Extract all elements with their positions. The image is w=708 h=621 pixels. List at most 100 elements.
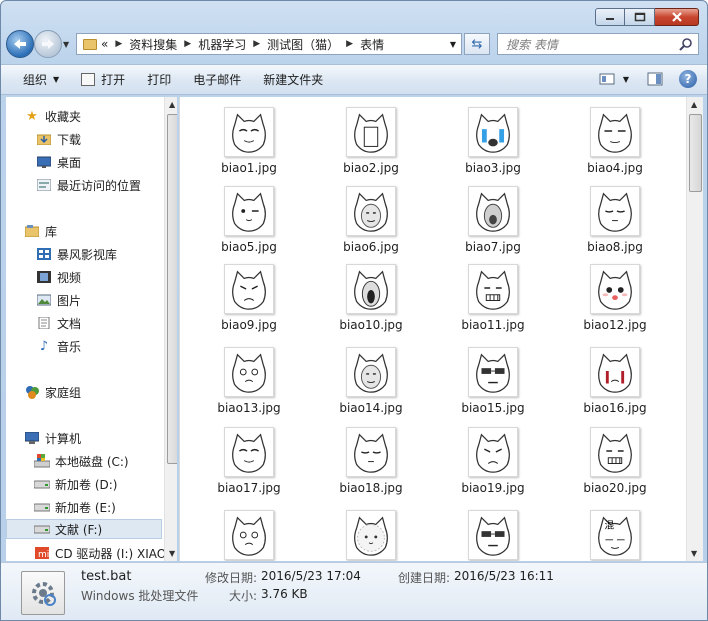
file-item[interactable]: biao4.jpg — [556, 99, 674, 175]
recent-pages-dropdown[interactable]: ▼ — [63, 40, 69, 49]
file-item[interactable]: biao3.jpg — [434, 99, 552, 175]
search-icon[interactable] — [679, 37, 693, 51]
refresh-button[interactable]: ⇆ — [464, 33, 490, 55]
arrow-left-icon — [14, 39, 26, 49]
file-item[interactable]: biao18.jpg — [312, 419, 430, 495]
search-input[interactable]: 搜索 表情 — [497, 33, 699, 55]
file-type: Windows 批处理文件 — [81, 589, 199, 603]
nav-drive-e[interactable]: 新加卷 (E:) — [34, 497, 116, 517]
new-folder-button[interactable]: 新建文件夹 — [263, 69, 323, 91]
scrollbar-thumb[interactable] — [689, 114, 702, 192]
view-options-icon[interactable] — [599, 72, 615, 86]
breadcrumb-separator-icon[interactable]: ▶ — [346, 39, 353, 49]
navigation-scrollbar[interactable]: ▲ ▼ — [164, 97, 177, 561]
file-item[interactable]: biao2.jpg — [312, 99, 430, 175]
file-item[interactable]: biao20.jpg — [556, 419, 674, 495]
size-label: 大小: — [229, 589, 258, 603]
breadcrumb-item[interactable]: 机器学习 — [198, 36, 246, 53]
breadcrumb-item[interactable]: 测试图（猫） — [267, 36, 339, 53]
address-dropdown-icon[interactable]: ▼ — [450, 40, 456, 49]
image-thumbnail — [468, 510, 518, 560]
nav-documents[interactable]: 文档 — [36, 313, 81, 333]
minimize-icon — [606, 18, 614, 20]
nav-label: 家庭组 — [45, 385, 82, 400]
nav-videos[interactable]: 视频 — [36, 267, 81, 287]
forward-button[interactable] — [34, 30, 62, 58]
nav-drive-d[interactable]: 新加卷 (D:) — [34, 474, 117, 494]
breadcrumb-item[interactable]: 资料搜集 — [129, 36, 177, 53]
preview-pane-icon[interactable] — [647, 72, 663, 86]
cat-face-icon — [476, 270, 510, 310]
nav-recent-places[interactable]: 最近访问的位置 — [36, 175, 141, 195]
file-item[interactable]: biao9.jpg — [190, 256, 308, 332]
file-name-label: biao6.jpg — [343, 240, 399, 254]
address-bar[interactable]: « ▶ 资料搜集 ▶ 机器学习 ▶ 测试图（猫） ▶ 表情 ▼ — [76, 33, 462, 55]
breadcrumb-overflow[interactable]: « — [101, 37, 108, 51]
breadcrumb-item[interactable]: 表情 — [360, 36, 384, 53]
file-item[interactable]: biao10.jpg — [312, 256, 430, 332]
breadcrumb-separator-icon[interactable]: ▶ — [253, 39, 260, 49]
file-item[interactable]: biao1.jpg — [190, 99, 308, 175]
cat-face-icon: 混 — [598, 516, 632, 556]
file-item[interactable] — [190, 502, 308, 561]
file-item[interactable]: biao7.jpg — [434, 178, 552, 254]
folder-icon — [83, 38, 97, 50]
file-item[interactable]: biao19.jpg — [434, 419, 552, 495]
nav-homegroup[interactable]: 家庭组 — [24, 382, 81, 402]
maximize-button[interactable] — [625, 8, 655, 26]
file-item[interactable]: biao8.jpg — [556, 178, 674, 254]
drive-icon — [34, 522, 50, 536]
file-item[interactable]: biao11.jpg — [434, 256, 552, 332]
nav-drive-f[interactable]: 文献 (F:) — [6, 519, 162, 539]
image-thumbnail — [468, 264, 518, 314]
file-item[interactable]: biao12.jpg — [556, 256, 674, 332]
nav-music[interactable]: ♪ 音乐 — [36, 336, 81, 356]
refresh-icon: ⇆ — [471, 36, 483, 52]
file-item[interactable]: biao17.jpg — [190, 419, 308, 495]
breadcrumb-separator-icon[interactable]: ▶ — [184, 39, 191, 49]
cat-face-icon — [354, 113, 388, 153]
print-button[interactable]: 打印 — [147, 69, 171, 91]
breadcrumb-separator-icon[interactable]: ▶ — [115, 39, 122, 49]
scroll-up-icon[interactable]: ▲ — [169, 100, 175, 109]
scrollbar-thumb[interactable] — [167, 114, 177, 464]
videos-icon — [36, 270, 52, 284]
explorer-window: ▼ « ▶ 资料搜集 ▶ 机器学习 ▶ 测试图（猫） ▶ 表情 ▼ ⇆ 搜索 表… — [0, 0, 708, 621]
back-button[interactable] — [6, 30, 34, 58]
file-item[interactable]: biao16.jpg — [556, 339, 674, 415]
help-icon[interactable]: ? — [679, 70, 697, 88]
file-item[interactable] — [312, 502, 430, 561]
file-item[interactable]: biao14.jpg — [312, 339, 430, 415]
minimize-button[interactable] — [595, 8, 625, 26]
nav-label: CD 驱动器 (I:) XIAO — [55, 546, 167, 561]
scroll-up-icon[interactable]: ▲ — [691, 100, 697, 109]
scroll-down-icon[interactable]: ▼ — [691, 549, 697, 558]
nav-libraries[interactable]: 库 — [24, 221, 57, 241]
nav-downloads[interactable]: 下载 — [36, 129, 81, 149]
open-button[interactable]: 打开 — [81, 69, 125, 91]
nav-computer[interactable]: 计算机 — [24, 428, 81, 448]
nav-drive-i[interactable]: mi CD 驱动器 (I:) XIAO — [34, 543, 166, 561]
scroll-down-icon[interactable]: ▼ — [169, 549, 175, 558]
file-item[interactable] — [434, 502, 552, 561]
file-item[interactable]: biao15.jpg — [434, 339, 552, 415]
nav-pictures[interactable]: 图片 — [36, 290, 81, 310]
file-name-label: biao4.jpg — [587, 161, 643, 175]
file-item[interactable]: biao13.jpg — [190, 339, 308, 415]
file-name-label: biao9.jpg — [221, 318, 277, 332]
nav-favorites[interactable]: ★ 收藏夹 — [24, 106, 81, 126]
file-name-label: biao3.jpg — [465, 161, 521, 175]
file-item[interactable]: 混 — [556, 502, 674, 561]
email-button[interactable]: 电子邮件 — [193, 69, 241, 91]
file-list-scrollbar[interactable]: ▲ ▼ — [686, 97, 703, 561]
nav-desktop[interactable]: 桌面 — [36, 152, 81, 172]
size-value: 3.76 KB — [261, 587, 308, 601]
file-item[interactable]: biao5.jpg — [190, 178, 308, 254]
image-thumbnail — [224, 186, 274, 236]
close-button[interactable] — [655, 8, 699, 26]
nav-baofeng[interactable]: 暴风影视库 — [36, 244, 117, 264]
file-item[interactable]: biao6.jpg — [312, 178, 430, 254]
organize-menu[interactable]: 组织 ▼ — [23, 69, 59, 91]
view-dropdown-icon[interactable]: ▼ — [623, 75, 629, 84]
nav-drive-c[interactable]: 本地磁盘 (C:) — [34, 451, 129, 471]
